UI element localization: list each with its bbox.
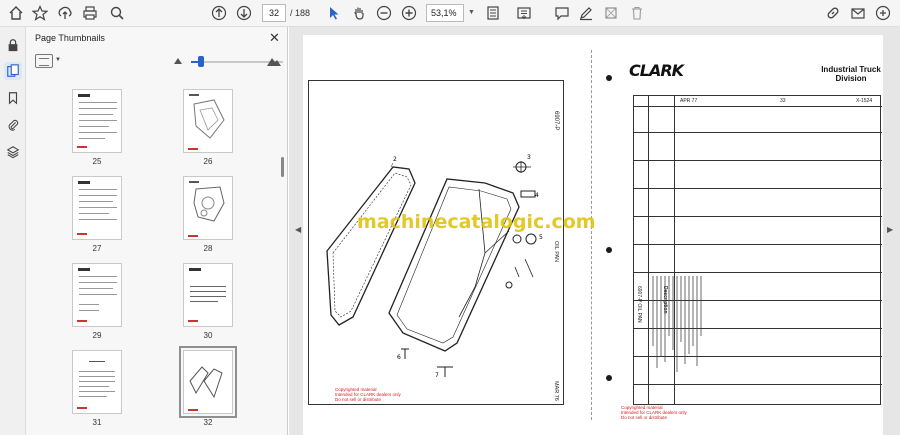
thumbnail-label: 28 xyxy=(203,244,213,253)
page-total: / 188 xyxy=(290,8,311,18)
home-icon[interactable] xyxy=(6,3,26,23)
page-thumbnails-panel: Page Thumbnails ✕ ▼ 25 26 27 28 29 30 31… xyxy=(26,27,288,435)
document-view[interactable]: ◀ ▶ 2 3 4 5 6 7 6907-P OIL PAN MAR 76 Co… xyxy=(289,27,900,435)
page-fold-line xyxy=(591,50,592,420)
share-icon[interactable] xyxy=(873,3,893,23)
email-icon[interactable] xyxy=(848,3,868,23)
panel-title: Page Thumbnails xyxy=(35,33,105,43)
thumbnail-page-27[interactable] xyxy=(72,176,122,240)
page-thumbnails-icon[interactable] xyxy=(4,62,22,80)
bookmark-icon[interactable] xyxy=(4,89,22,107)
draw-icon[interactable] xyxy=(576,3,596,23)
binder-hole xyxy=(606,375,612,381)
comment-icon[interactable] xyxy=(552,3,572,23)
thumbnail-page-30[interactable] xyxy=(183,263,233,327)
prev-page-arrow-icon[interactable]: ◀ xyxy=(295,225,301,234)
zoom-level-select[interactable]: 53,1% xyxy=(426,4,464,22)
svg-text:3: 3 xyxy=(527,154,531,161)
thumbnail-page-28[interactable] xyxy=(183,176,233,240)
thumbnail-options-icon[interactable] xyxy=(35,54,53,68)
left-page-date: MAR 76 xyxy=(553,381,559,401)
lock-icon[interactable] xyxy=(4,36,22,54)
scroll-mode-icon[interactable] xyxy=(514,3,534,23)
zoom-search-icon[interactable] xyxy=(107,3,127,23)
header-date: APR 77 xyxy=(680,98,698,104)
oil-pan-drawing: 2 3 4 5 6 7 xyxy=(326,154,543,379)
erase-icon[interactable] xyxy=(601,3,621,23)
thumbnail-label: 26 xyxy=(203,157,213,166)
chevron-down-icon[interactable]: ▼ xyxy=(55,57,61,63)
print-icon[interactable] xyxy=(80,3,100,23)
svg-text:6: 6 xyxy=(397,354,401,361)
thumbnail-page-29[interactable] xyxy=(72,263,122,327)
binder-hole xyxy=(606,247,612,253)
delete-icon[interactable] xyxy=(627,3,647,23)
thumbnail-tools: ▼ xyxy=(26,52,288,72)
left-page-code: 6907-P xyxy=(553,111,559,131)
attachment-icon[interactable] xyxy=(4,116,22,134)
thumbnail-list: 25 26 27 28 29 30 31 32 xyxy=(26,77,278,435)
slider-handle[interactable] xyxy=(198,56,204,67)
fit-page-icon[interactable] xyxy=(483,3,503,23)
close-icon[interactable]: ✕ xyxy=(269,30,280,46)
thumbnail-label: 27 xyxy=(92,244,102,253)
zoom-in-icon[interactable] xyxy=(399,3,419,23)
thumbnail-label: 30 xyxy=(203,331,213,340)
thumbnail-label: 29 xyxy=(92,331,102,340)
watermark-text: machinecatalogic.com xyxy=(357,211,596,233)
hand-icon[interactable] xyxy=(349,3,369,23)
thumbnail-page-26[interactable] xyxy=(183,89,233,153)
copyright-notice-right: Copyrighted material Intended for CLARK … xyxy=(621,405,687,420)
large-mountain-icon[interactable] xyxy=(267,56,281,66)
layers-icon[interactable] xyxy=(4,143,22,161)
thumbnail-page-32[interactable] xyxy=(179,346,237,418)
thumbnail-page-31[interactable] xyxy=(72,350,122,414)
thumbnail-scrollbar[interactable] xyxy=(278,77,288,435)
thumbnail-label: 25 xyxy=(92,157,102,166)
chevron-down-icon[interactable]: ▼ xyxy=(468,9,475,16)
link-icon[interactable] xyxy=(823,3,843,23)
left-page-caption: OIL PAN xyxy=(553,241,559,263)
toolbar: 32 / 188 53,1% ▼ xyxy=(0,0,900,27)
upload-icon[interactable] xyxy=(55,3,75,23)
division-title: Industrial Truck Division xyxy=(821,65,881,83)
zoom-out-icon[interactable] xyxy=(374,3,394,23)
copyright-notice-left: Copyrighted material Intended for CLARK … xyxy=(335,387,401,402)
thumbnail-label: 31 xyxy=(92,418,102,427)
svg-text:4: 4 xyxy=(535,192,539,199)
scrollbar-thumb[interactable] xyxy=(281,157,284,177)
parts-list-table: APR 77 33 X-1524 6907-P OIL PAN Descript… xyxy=(633,95,882,405)
binder-hole xyxy=(606,75,612,81)
brand-logo: CLARK xyxy=(629,61,684,80)
navigation-rail xyxy=(0,27,26,435)
svg-text:2: 2 xyxy=(393,156,397,163)
thumbnail-label: 32 xyxy=(203,418,213,427)
svg-text:7: 7 xyxy=(435,372,439,379)
document-page: 2 3 4 5 6 7 6907-P OIL PAN MAR 76 Copyri… xyxy=(303,35,883,435)
section-label: 6907-P OIL PAN xyxy=(636,286,642,323)
next-page-arrow-icon[interactable]: ▶ xyxy=(887,225,893,234)
parts-list-entries xyxy=(652,276,702,372)
header-number: 33 xyxy=(780,98,786,104)
select-cursor-icon[interactable] xyxy=(324,3,344,23)
svg-text:5: 5 xyxy=(539,234,543,241)
prev-page-icon[interactable] xyxy=(209,3,229,23)
thumbnail-page-25[interactable] xyxy=(72,89,122,153)
next-page-icon[interactable] xyxy=(234,3,254,23)
bookmark-star-icon[interactable] xyxy=(30,3,50,23)
page-number-input[interactable]: 32 xyxy=(262,4,286,22)
header-reference: X-1524 xyxy=(856,98,873,104)
small-mountain-icon[interactable] xyxy=(174,58,182,64)
parts-illustration: 2 3 4 5 6 7 6907-P OIL PAN MAR 76 xyxy=(308,80,564,405)
